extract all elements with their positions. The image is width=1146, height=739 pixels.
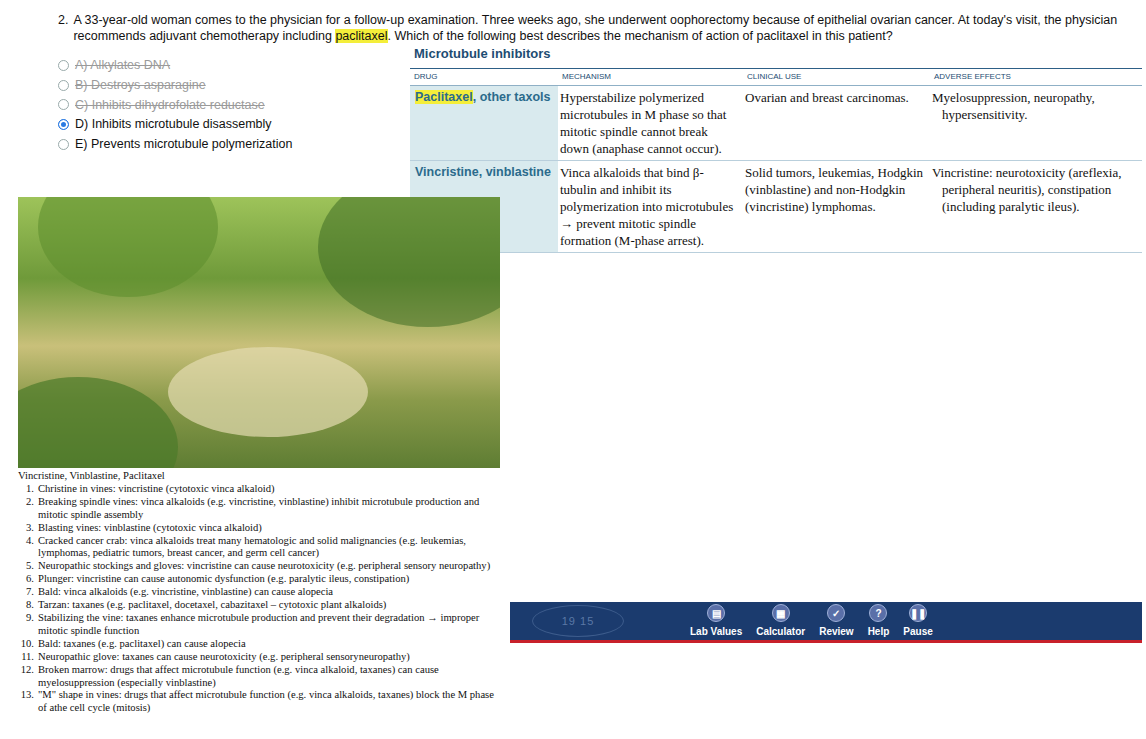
button-label[interactable]: Pause bbox=[903, 624, 932, 639]
question: 2.A 33-year-old woman comes to the physi… bbox=[58, 12, 1126, 44]
toolbar-button[interactable]: ✓ Review bbox=[819, 604, 853, 639]
toolbar-buttons: ▤ Lab Values ▦ Calculator ✓ Review? Help ❚❚ Paus… bbox=[690, 604, 933, 639]
radio-button[interactable] bbox=[58, 80, 69, 91]
adverse-cell: Myelosuppression, neuropathy, hypersensi… bbox=[930, 86, 1142, 161]
button-icon[interactable]: ▦ bbox=[772, 604, 790, 622]
item-number: 4. bbox=[18, 535, 34, 561]
item-text: Bald: vinca alkaloids (e.g. vincristine,… bbox=[38, 586, 333, 599]
mnemonic-caption: Vincristine, Vinblastine, Paclitaxel1. Ch… bbox=[18, 470, 502, 715]
caption-item: 1. Christine in vines: vincristine (cytot… bbox=[18, 483, 502, 496]
question-number: 2. bbox=[58, 12, 68, 44]
table-title: Microtubule inhibitors bbox=[414, 44, 1142, 64]
item-number: 7. bbox=[18, 586, 34, 599]
caption-item: 6. Plunger: vincristine can cause autonom… bbox=[18, 573, 502, 586]
caption-item: 2.Breaking spindle vines: vinca alkaloid… bbox=[18, 496, 502, 522]
item-number: 10. bbox=[18, 638, 34, 651]
reference-table: Microtubule inhibitors DRUGMECHANISMCLINI… bbox=[410, 44, 1142, 253]
item-number: 13. bbox=[18, 689, 34, 715]
item-number: 8. bbox=[18, 599, 34, 612]
item-number: 1. bbox=[18, 483, 34, 496]
item-text: Christine in vines: vincristine (cytotox… bbox=[38, 483, 275, 496]
answer-option[interactable]: A) Alkylates DNA bbox=[58, 56, 292, 75]
button-icon[interactable]: ▤ bbox=[707, 604, 725, 622]
question-after: . Which of the following best describes … bbox=[388, 29, 893, 43]
radio-button[interactable] bbox=[58, 139, 69, 150]
mechanism-cell: Hyperstabilize polymerized microtubules … bbox=[558, 86, 743, 161]
option-text[interactable]: D) Inhibits microtubule disassembly bbox=[75, 115, 272, 134]
item-text: Plunger: vincristine can cause autonomic… bbox=[38, 573, 409, 586]
item-number: 5. bbox=[18, 560, 34, 573]
caption-item: 13."M" shape in vines: drugs that affect… bbox=[18, 689, 502, 715]
caption-title: Vincristine, Vinblastine, Paclitaxel bbox=[18, 470, 502, 483]
column-header: ADVERSE EFFECTS bbox=[930, 69, 1142, 86]
caption-item: 5. Neuropathic stockings and gloves: vinc… bbox=[18, 560, 502, 573]
item-text: Broken marrow: drugs that affect microtu… bbox=[38, 664, 502, 690]
adverse-cell: Vincristine: neurotoxicity (areflexia, p… bbox=[930, 161, 1142, 253]
column-header: DRUG bbox=[410, 69, 558, 86]
answer-option[interactable]: C) Inhibits dihydrofolate reductase bbox=[58, 96, 292, 115]
item-text: Breaking spindle vines: vinca alkaloids … bbox=[38, 496, 502, 522]
sketch-illustration bbox=[18, 197, 500, 468]
caption-item: 9.Stabilizing the vine: taxanes enhance … bbox=[18, 612, 502, 638]
answer-option[interactable]: E) Prevents microtubule polymerization bbox=[58, 135, 292, 154]
question-text: A 33-year-old woman comes to the physici… bbox=[73, 12, 1126, 44]
caption-item: 11. Neuropathic glove: taxanes can cause … bbox=[18, 651, 502, 664]
caption-item: 4.Cracked cancer crab: vinca alkaloids t… bbox=[18, 535, 502, 561]
option-text[interactable]: B) Destroys asparagine bbox=[75, 76, 206, 95]
drug-highlight: Paclitaxel bbox=[415, 90, 473, 104]
mechanism-cell: Vinca alkaloids that bind β-tubulin and … bbox=[558, 161, 743, 253]
button-label[interactable]: Review bbox=[819, 624, 853, 639]
item-number: 12. bbox=[18, 664, 34, 690]
button-label[interactable]: Calculator bbox=[756, 624, 805, 639]
item-text: Blasting vines: vinblastine (cytotoxic v… bbox=[38, 522, 262, 535]
item-number: 11. bbox=[18, 651, 34, 664]
use-cell: Solid tumors, leukemias, Hodgkin (vinbla… bbox=[743, 161, 930, 253]
item-text: Neuropathic stockings and gloves: vincri… bbox=[38, 560, 490, 573]
drug-cell: Paclitaxel, other taxols bbox=[410, 86, 558, 161]
button-icon[interactable]: ? bbox=[869, 604, 887, 622]
drug-name: Vincristine, vinblastine bbox=[415, 165, 551, 179]
toolbar-button[interactable]: ❚❚ Pause bbox=[903, 604, 932, 639]
item-text: Bald: taxanes (e.g. paclitaxel) can caus… bbox=[38, 638, 246, 651]
button-icon[interactable]: ❚❚ bbox=[909, 604, 927, 622]
radio-button[interactable] bbox=[58, 119, 69, 130]
caption-item: 3. Blasting vines: vinblastine (cytotoxic… bbox=[18, 522, 502, 535]
toolbar: 19 15 ▤ Lab Values ▦ Calculator ✓ Review? Help ❚… bbox=[510, 602, 1142, 643]
toolbar-button[interactable]: ▦ Calculator bbox=[756, 604, 805, 639]
column-header: CLINICAL USE bbox=[743, 69, 930, 86]
option-text[interactable]: A) Alkylates DNA bbox=[75, 56, 170, 75]
drug-name: , other taxols bbox=[473, 90, 551, 104]
caption-item: 7. Bald: vinca alkaloids (e.g. vincristin… bbox=[18, 586, 502, 599]
answer-option[interactable]: B) Destroys asparagine bbox=[58, 76, 292, 95]
caption-item: 12.Broken marrow: drugs that affect micr… bbox=[18, 664, 502, 690]
item-number: 3. bbox=[18, 522, 34, 535]
item-number: 6. bbox=[18, 573, 34, 586]
toolbar-button[interactable]: ▤ Lab Values bbox=[690, 604, 742, 639]
button-label[interactable]: Lab Values bbox=[690, 624, 742, 639]
caption-item: 10. Bald: taxanes (e.g. paclitaxel) can c… bbox=[18, 638, 502, 651]
column-header: MECHANISM bbox=[558, 69, 743, 86]
radio-button[interactable] bbox=[58, 60, 69, 71]
answer-options: A) Alkylates DNAB) Destroys asparagineC)… bbox=[58, 56, 292, 154]
use-cell: Ovarian and breast carcinomas. bbox=[743, 86, 930, 161]
button-label[interactable]: Help bbox=[868, 624, 890, 639]
item-text: Cracked cancer crab: vinca alkaloids tre… bbox=[38, 535, 502, 561]
table-grid: DRUGMECHANISMCLINICAL USEADVERSE EFFECTS… bbox=[410, 68, 1142, 253]
item-number: 9. bbox=[18, 612, 34, 638]
toolbar-button[interactable]: ? Help bbox=[868, 604, 890, 639]
question-highlight: paclitaxel bbox=[335, 29, 387, 43]
item-text: Neuropathic glove: taxanes can cause neu… bbox=[38, 651, 410, 664]
radio-button[interactable] bbox=[58, 99, 69, 110]
item-text: Stabilizing the vine: taxanes enhance mi… bbox=[38, 612, 502, 638]
caption-item: 8. Tarzan: taxanes (e.g. paclitaxel, doce… bbox=[18, 599, 502, 612]
option-text[interactable]: E) Prevents microtubule polymerization bbox=[75, 135, 292, 154]
button-icon[interactable]: ✓ bbox=[827, 604, 845, 622]
option-text[interactable]: C) Inhibits dihydrofolate reductase bbox=[75, 96, 265, 115]
logo: 19 15 bbox=[532, 605, 624, 637]
item-text: Tarzan: taxanes (e.g. paclitaxel, doceta… bbox=[38, 599, 386, 612]
item-text: "M" shape in vines: drugs that affect mi… bbox=[38, 689, 502, 715]
answer-option[interactable]: D) Inhibits microtubule disassembly bbox=[58, 115, 292, 134]
item-number: 2. bbox=[18, 496, 34, 522]
